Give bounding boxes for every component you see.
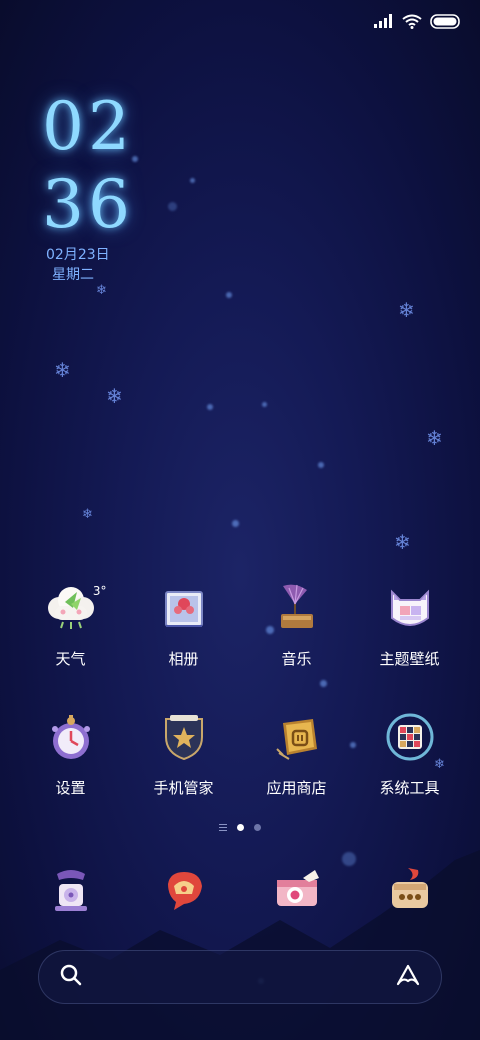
dock-browser[interactable] xyxy=(353,858,466,922)
wifi-icon xyxy=(402,14,422,29)
battery-icon xyxy=(430,13,462,29)
mountain-silhouette xyxy=(0,850,480,1040)
background-glow xyxy=(318,462,324,468)
app-label: 应用商店 xyxy=(266,779,327,797)
background-glow xyxy=(207,404,213,410)
telephone-icon xyxy=(39,858,103,922)
dock-messages[interactable] xyxy=(127,858,240,922)
snowflake-icon: ❄ xyxy=(394,530,411,554)
clock-hour: 02 xyxy=(42,88,134,165)
background-glow xyxy=(226,292,232,298)
snowflake-icon: ❄ xyxy=(426,426,443,450)
background-glow xyxy=(232,520,239,527)
app-label: 手机管家 xyxy=(153,779,214,797)
snowflake-icon: ❄ xyxy=(106,384,123,408)
assistant-icon[interactable] xyxy=(395,963,421,991)
app-label: 主题壁纸 xyxy=(379,650,440,668)
app-music[interactable]: 音乐 xyxy=(240,576,353,669)
snowflake-icon: ❄ xyxy=(82,507,93,522)
dock-camera[interactable] xyxy=(240,858,353,922)
status-bar xyxy=(374,10,462,32)
app-store[interactable]: 应用商店 xyxy=(240,705,353,798)
snowflake-icon: ❄ xyxy=(54,358,71,382)
app-label: 系统工具 xyxy=(379,779,440,797)
cat-theme-icon xyxy=(378,576,442,640)
gramophone-icon xyxy=(265,576,329,640)
signal-icon xyxy=(374,14,394,28)
app-gallery[interactable]: 相册 xyxy=(127,576,240,669)
clock-widget[interactable]: 02 36 02月23日 星期二 xyxy=(42,88,162,283)
app-grid: 3° 天气 相册 音乐 主题壁纸 设置 手机管家 应用商店 系统工具 xyxy=(14,576,466,798)
search-icon[interactable] xyxy=(59,963,83,991)
weather-cloud-icon: 3° xyxy=(39,576,107,640)
app-themes[interactable]: 主题壁纸 xyxy=(353,576,466,669)
photo-album-icon xyxy=(152,576,216,640)
app-label: 设置 xyxy=(55,779,86,797)
app-weather[interactable]: 3° 天气 xyxy=(14,576,127,669)
background-glow xyxy=(168,202,177,211)
app-label: 天气 xyxy=(55,650,86,668)
dock-phone[interactable] xyxy=(14,858,127,922)
page-dot-active[interactable] xyxy=(237,824,244,831)
search-bar[interactable] xyxy=(38,950,442,1004)
shield-icon xyxy=(152,705,216,769)
snowflake-icon: ❄ xyxy=(398,298,415,322)
settings-clock-icon xyxy=(39,705,103,769)
app-phone-manager[interactable]: 手机管家 xyxy=(127,705,240,798)
app-label: 音乐 xyxy=(281,650,312,668)
camera-icon xyxy=(265,858,329,922)
background-glow xyxy=(190,178,195,183)
snowflake-icon: ❄ xyxy=(96,283,107,298)
clock-minute: 36 xyxy=(42,166,134,243)
dock xyxy=(14,858,466,922)
app-settings[interactable]: 设置 xyxy=(14,705,127,798)
tools-grid-icon xyxy=(378,705,442,769)
browser-chat-icon xyxy=(378,858,442,922)
clock-weekday: 星期二 xyxy=(52,267,94,283)
app-label: 相册 xyxy=(168,650,199,668)
app-system-tools[interactable]: 系统工具 xyxy=(353,705,466,798)
page-dot[interactable] xyxy=(254,824,261,831)
background-glow xyxy=(262,402,267,407)
message-icon xyxy=(152,858,216,922)
page-indicator[interactable] xyxy=(0,824,480,831)
app-store-icon xyxy=(265,705,329,769)
page-indicator-menu-icon[interactable] xyxy=(219,824,227,831)
weather-temperature: 3° xyxy=(92,584,107,598)
clock-date: 02月23日 xyxy=(46,247,110,263)
